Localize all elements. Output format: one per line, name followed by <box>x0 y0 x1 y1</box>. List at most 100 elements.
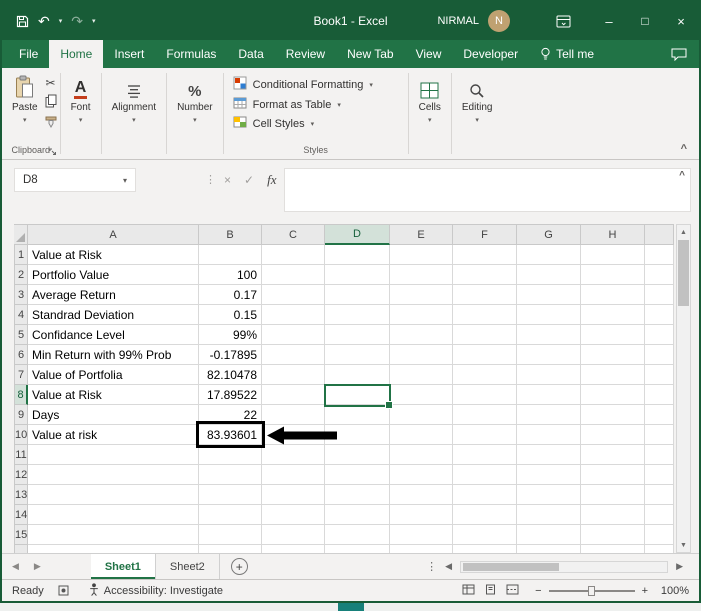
cell[interactable] <box>453 485 517 505</box>
cell-B6[interactable]: -0.17895 <box>199 345 262 365</box>
cell[interactable] <box>262 285 325 305</box>
format-as-table-button[interactable]: Format as Table ▾ <box>233 97 341 112</box>
cell[interactable] <box>325 425 390 445</box>
alignment-button[interactable]: Alignment ▾ <box>105 71 163 124</box>
page-break-view-icon[interactable] <box>506 584 519 598</box>
horizontal-scrollbar-thumb[interactable] <box>463 562 560 571</box>
column-header-E[interactable]: E <box>390 224 453 245</box>
cell-B9[interactable]: 22 <box>199 405 262 425</box>
cell[interactable] <box>517 245 581 265</box>
cell[interactable] <box>325 305 390 325</box>
cell[interactable] <box>390 285 453 305</box>
enter-icon[interactable]: ✓ <box>244 173 254 187</box>
cell-B4[interactable]: 0.15 <box>199 305 262 325</box>
cell-B3[interactable]: 0.17 <box>199 285 262 305</box>
cell[interactable] <box>453 425 517 445</box>
cell[interactable] <box>581 365 645 385</box>
cell[interactable] <box>390 385 453 405</box>
cell-styles-button[interactable]: Cell Styles ▾ <box>233 116 314 131</box>
cell-B5[interactable]: 99% <box>199 325 262 345</box>
minimize-button[interactable]: – <box>591 2 627 40</box>
cell[interactable] <box>581 285 645 305</box>
sheet-tab-sheet1[interactable]: Sheet1 <box>90 554 156 579</box>
cell[interactable] <box>581 325 645 345</box>
conditional-formatting-button[interactable]: Conditional Formatting ▾ <box>233 76 373 93</box>
cell-A6[interactable]: Min Return with 99% Prob <box>28 345 199 365</box>
cell[interactable] <box>517 305 581 325</box>
cell-B11[interactable] <box>199 445 262 465</box>
cell[interactable] <box>262 405 325 425</box>
cell[interactable] <box>262 265 325 285</box>
copy-icon[interactable] <box>45 94 57 111</box>
paste-button[interactable]: Paste ▾ <box>5 71 45 124</box>
undo-icon[interactable]: ↶ <box>38 14 50 28</box>
cell[interactable] <box>325 265 390 285</box>
name-box-dropdown-icon[interactable]: ▾ <box>115 176 135 185</box>
cell-A12[interactable] <box>28 465 199 485</box>
row-header[interactable]: 3 <box>14 285 28 305</box>
cell[interactable] <box>325 505 390 525</box>
zoom-in-icon[interactable]: + <box>642 585 648 597</box>
cell[interactable] <box>390 425 453 445</box>
cell[interactable] <box>453 385 517 405</box>
cell[interactable] <box>262 385 325 405</box>
cell[interactable] <box>390 505 453 525</box>
cell[interactable] <box>262 365 325 385</box>
cell[interactable] <box>390 265 453 285</box>
cell[interactable] <box>517 345 581 365</box>
user-name[interactable]: NIRMAL <box>437 15 479 27</box>
clipboard-dialog-launcher-icon[interactable] <box>49 148 57 156</box>
tab-insert[interactable]: Insert <box>103 40 155 68</box>
cell[interactable] <box>325 345 390 365</box>
row-header[interactable]: 14 <box>14 505 28 525</box>
cell[interactable] <box>517 385 581 405</box>
cell[interactable] <box>581 465 645 485</box>
sheetbar-splitter-icon[interactable]: ⋮ <box>426 560 437 573</box>
row-header[interactable]: 12 <box>14 465 28 485</box>
ribbon-display-options-icon[interactable] <box>556 15 571 28</box>
cell[interactable] <box>517 425 581 445</box>
cell[interactable] <box>453 285 517 305</box>
row-header[interactable]: 5 <box>14 325 28 345</box>
cell[interactable] <box>390 325 453 345</box>
cell[interactable] <box>390 525 453 545</box>
cell-A10[interactable]: Value at risk <box>28 425 199 445</box>
cell-A9[interactable]: Days <box>28 405 199 425</box>
cell-B13[interactable] <box>199 485 262 505</box>
scroll-down-icon[interactable]: ▼ <box>680 538 687 552</box>
cell[interactable] <box>390 305 453 325</box>
number-button[interactable]: % Number ▾ <box>170 71 220 124</box>
cell[interactable] <box>325 405 390 425</box>
vertical-scrollbar-thumb[interactable] <box>678 240 689 306</box>
cell[interactable] <box>517 265 581 285</box>
cell[interactable] <box>262 525 325 545</box>
cell[interactable] <box>390 445 453 465</box>
cell[interactable] <box>325 325 390 345</box>
cell[interactable] <box>262 305 325 325</box>
column-header-B[interactable]: B <box>199 224 262 245</box>
tab-formulas[interactable]: Formulas <box>155 40 227 68</box>
cell-A13[interactable] <box>28 485 199 505</box>
save-icon[interactable] <box>16 15 29 28</box>
cell[interactable] <box>453 445 517 465</box>
new-sheet-button[interactable]: + <box>230 558 248 575</box>
cell-A2[interactable]: Portfolio Value <box>28 265 199 285</box>
cell-B8[interactable]: 17.89522 <box>199 385 262 405</box>
avatar[interactable]: N <box>488 10 510 32</box>
sheet-nav-right-icon[interactable]: ▶ <box>34 561 41 572</box>
row-header[interactable]: 2 <box>14 265 28 285</box>
cell[interactable] <box>262 345 325 365</box>
cell[interactable] <box>262 325 325 345</box>
normal-view-icon[interactable] <box>462 584 475 598</box>
select-all-button[interactable] <box>14 224 28 245</box>
row-header[interactable]: 7 <box>14 365 28 385</box>
cell[interactable] <box>262 425 325 445</box>
editing-button[interactable]: Editing ▾ <box>455 71 500 124</box>
column-header-C[interactable]: C <box>262 224 325 245</box>
cell[interactable] <box>390 485 453 505</box>
sheet-tab-sheet2[interactable]: Sheet2 <box>155 554 220 579</box>
cell-A4[interactable]: Standrad Deviation <box>28 305 199 325</box>
cell[interactable] <box>581 245 645 265</box>
cell[interactable] <box>390 345 453 365</box>
cell[interactable] <box>453 405 517 425</box>
